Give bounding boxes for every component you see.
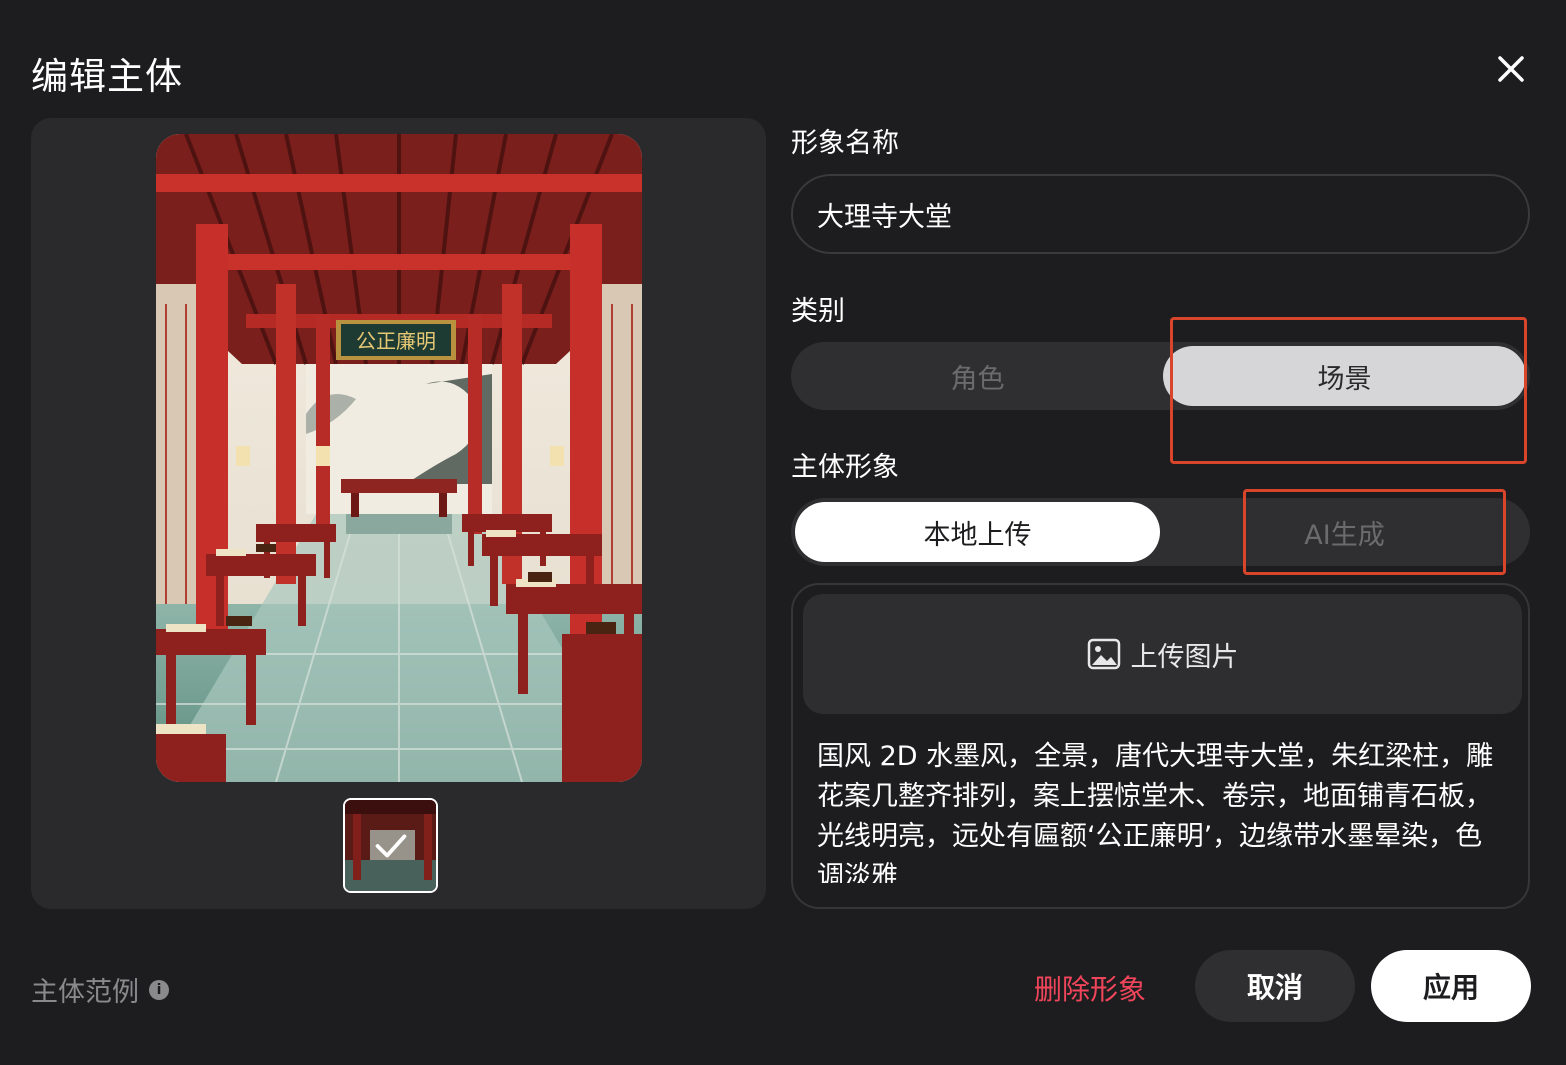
subject-preview-image: 公正廉明 — [156, 134, 642, 782]
apply-button[interactable]: 应用 — [1371, 950, 1531, 1022]
image-icon — [1087, 638, 1120, 670]
image-source-local-upload[interactable]: 本地上传 — [795, 502, 1160, 562]
image-source-ai-generate[interactable]: AI生成 — [1163, 502, 1526, 562]
thumbnail-selected[interactable] — [343, 798, 438, 893]
upload-image-label: 上传图片 — [1130, 641, 1239, 673]
edit-subject-dialog: 编辑主体 公正廉明 形象名称 大理寺大堂 类别 角色 场景 主体形象 本地上传 … — [0, 0, 1566, 1065]
category-label: 类别 — [791, 296, 845, 327]
subject-example[interactable]: 主体范例 i — [31, 970, 169, 1009]
image-label: 主体形象 — [791, 452, 899, 483]
category-option-role[interactable]: 角色 — [795, 346, 1160, 406]
check-icon — [375, 834, 407, 858]
upload-image-button[interactable]: 上传图片 — [803, 594, 1522, 714]
image-source-toggle: 本地上传 AI生成 — [791, 498, 1530, 566]
category-toggle: 角色 场景 — [791, 342, 1530, 410]
subject-example-label: 主体范例 — [31, 977, 139, 1008]
name-label: 形象名称 — [791, 128, 899, 159]
delete-subject-button[interactable]: 删除形象 — [1034, 968, 1146, 1008]
upload-card: 上传图片 国风 2D 水墨风，全景，唐代大理寺大堂，朱红梁柱，雕花案几整齐排列，… — [791, 583, 1530, 909]
preview-panel: 公正廉明 — [31, 118, 766, 909]
close-icon — [1498, 56, 1524, 82]
category-option-scene[interactable]: 场景 — [1163, 346, 1526, 406]
cancel-button[interactable]: 取消 — [1195, 950, 1355, 1022]
dialog-title: 编辑主体 — [31, 55, 183, 98]
prompt-textarea[interactable]: 国风 2D 水墨风，全景，唐代大理寺大堂，朱红梁柱，雕花案几整齐排列，案上摆惊堂… — [817, 737, 1507, 883]
close-button[interactable] — [1490, 48, 1532, 90]
plaque-text: 公正廉明 — [356, 329, 436, 353]
name-input[interactable] — [791, 174, 1530, 254]
info-icon[interactable]: i — [149, 979, 169, 1000]
